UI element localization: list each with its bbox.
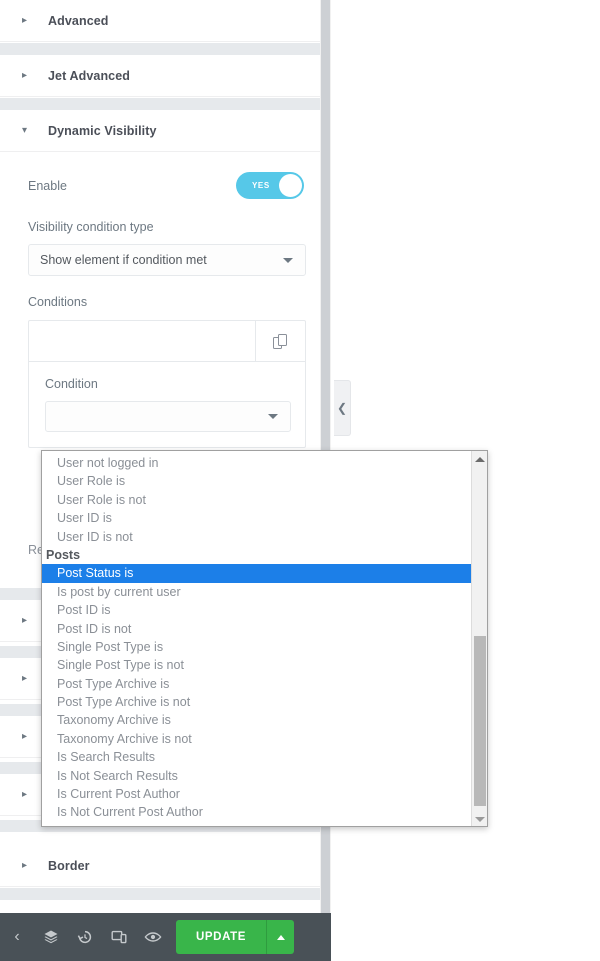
- section-divider: [0, 98, 320, 110]
- chevron-down-icon: ▾: [22, 124, 28, 136]
- sidebar-section-dynamic-visibility[interactable]: ▾ Dynamic Visibility: [0, 110, 320, 152]
- section-divider: [0, 888, 320, 900]
- triangle-up-icon: [276, 934, 285, 940]
- responsive-mode-icon[interactable]: [102, 913, 136, 961]
- panel-collapse-handle[interactable]: ❮: [334, 380, 351, 436]
- chevron-right-icon: ▸: [22, 69, 28, 81]
- section-title: Dynamic Visibility: [48, 123, 157, 138]
- dropdown-options: User not logged in User Role is User Role …: [42, 451, 472, 826]
- dropdown-option[interactable]: Post Status is: [42, 564, 472, 583]
- scroll-up-button[interactable]: [472, 451, 487, 468]
- conditions-repeater: Condition: [28, 320, 306, 448]
- toggle-knob: [279, 174, 302, 197]
- chevron-left-icon: ❮: [336, 401, 348, 415]
- chevron-down-icon: [283, 257, 293, 263]
- dropdown-group-label: Posts: [46, 547, 81, 562]
- condition-label: Condition: [45, 377, 98, 391]
- copy-icon: [273, 333, 288, 350]
- dropdown-option[interactable]: Post ID is: [42, 601, 472, 619]
- dropdown-option[interactable]: User ID is not: [42, 528, 472, 546]
- dropdown-option[interactable]: Is Search Results: [42, 748, 472, 766]
- sidebar-section-advanced[interactable]: ▸ Advanced: [0, 0, 320, 42]
- dropdown-option[interactable]: Is post by current user: [42, 583, 472, 601]
- dropdown-option[interactable]: Taxonomy Archive is not: [42, 730, 472, 748]
- dropdown-option[interactable]: Single Post Type is: [42, 638, 472, 656]
- dropdown-scrollbar[interactable]: [471, 451, 487, 826]
- dropdown-option[interactable]: Post Type Archive is not: [42, 693, 472, 711]
- chevron-down-icon: [268, 414, 278, 419]
- dropdown-option[interactable]: Taxonomy Archive is: [42, 711, 472, 729]
- dropdown-option[interactable]: User ID is: [42, 509, 472, 527]
- dropdown-option[interactable]: User not logged in: [42, 454, 472, 472]
- dropdown-option[interactable]: Single Post Type is not: [42, 656, 472, 674]
- dropdown-option[interactable]: Is Not Current Post Author: [42, 803, 472, 821]
- dropdown-option[interactable]: Is Current Post Author: [42, 785, 472, 803]
- enable-label: Enable: [28, 179, 67, 193]
- dropdown-option[interactable]: User Role is not: [42, 491, 472, 509]
- history-icon[interactable]: [68, 913, 102, 961]
- visibility-condition-type-select[interactable]: Show element if condition met: [28, 244, 306, 276]
- dropdown-option[interactable]: User Role is: [42, 472, 472, 490]
- editor-bottom-bar: ‹ UPDATE: [0, 913, 331, 961]
- scrollbar-thumb[interactable]: [474, 636, 486, 806]
- scroll-down-button[interactable]: [472, 811, 487, 826]
- condition-select[interactable]: [45, 401, 291, 432]
- toggle-yes-label: YES: [252, 181, 270, 190]
- condition-dropdown-list[interactable]: User not logged in User Role is User Role …: [41, 450, 488, 827]
- dropdown-option[interactable]: Post Type Archive is: [42, 675, 472, 693]
- layers-icon[interactable]: [34, 913, 68, 961]
- chevron-right-icon: ▸: [22, 14, 28, 26]
- visibility-condition-type-label: Visibility condition type: [28, 220, 154, 234]
- update-button[interactable]: UPDATE: [176, 920, 266, 954]
- chevron-left-icon[interactable]: ‹: [0, 913, 34, 961]
- section-title: Jet Advanced: [48, 68, 131, 83]
- chevron-right-icon: ▸: [22, 859, 28, 871]
- conditions-label: Conditions: [28, 295, 88, 309]
- preview-eye-icon[interactable]: [136, 913, 170, 961]
- triangle-up-icon: [475, 457, 485, 462]
- elementor-editor-screen: ▸ Advanced ▸ Jet Advanced ▾ Dynamic Visi…: [0, 0, 600, 961]
- section-title: Advanced: [48, 13, 109, 28]
- triangle-down-icon: [475, 817, 485, 822]
- dropdown-option[interactable]: Is Not Search Results: [42, 767, 472, 785]
- section-divider: [0, 43, 320, 55]
- sidebar-section-jet-advanced[interactable]: ▸ Jet Advanced: [0, 55, 320, 97]
- dropdown-option[interactable]: Post ID is not: [42, 620, 472, 638]
- duplicate-condition-button[interactable]: [255, 321, 305, 362]
- section-title: Border: [48, 858, 90, 873]
- update-options-button[interactable]: [266, 920, 294, 954]
- enable-toggle[interactable]: YES: [236, 172, 304, 199]
- select-value: Show element if condition met: [40, 253, 207, 267]
- sidebar-section-border[interactable]: ▸ Border: [0, 845, 320, 887]
